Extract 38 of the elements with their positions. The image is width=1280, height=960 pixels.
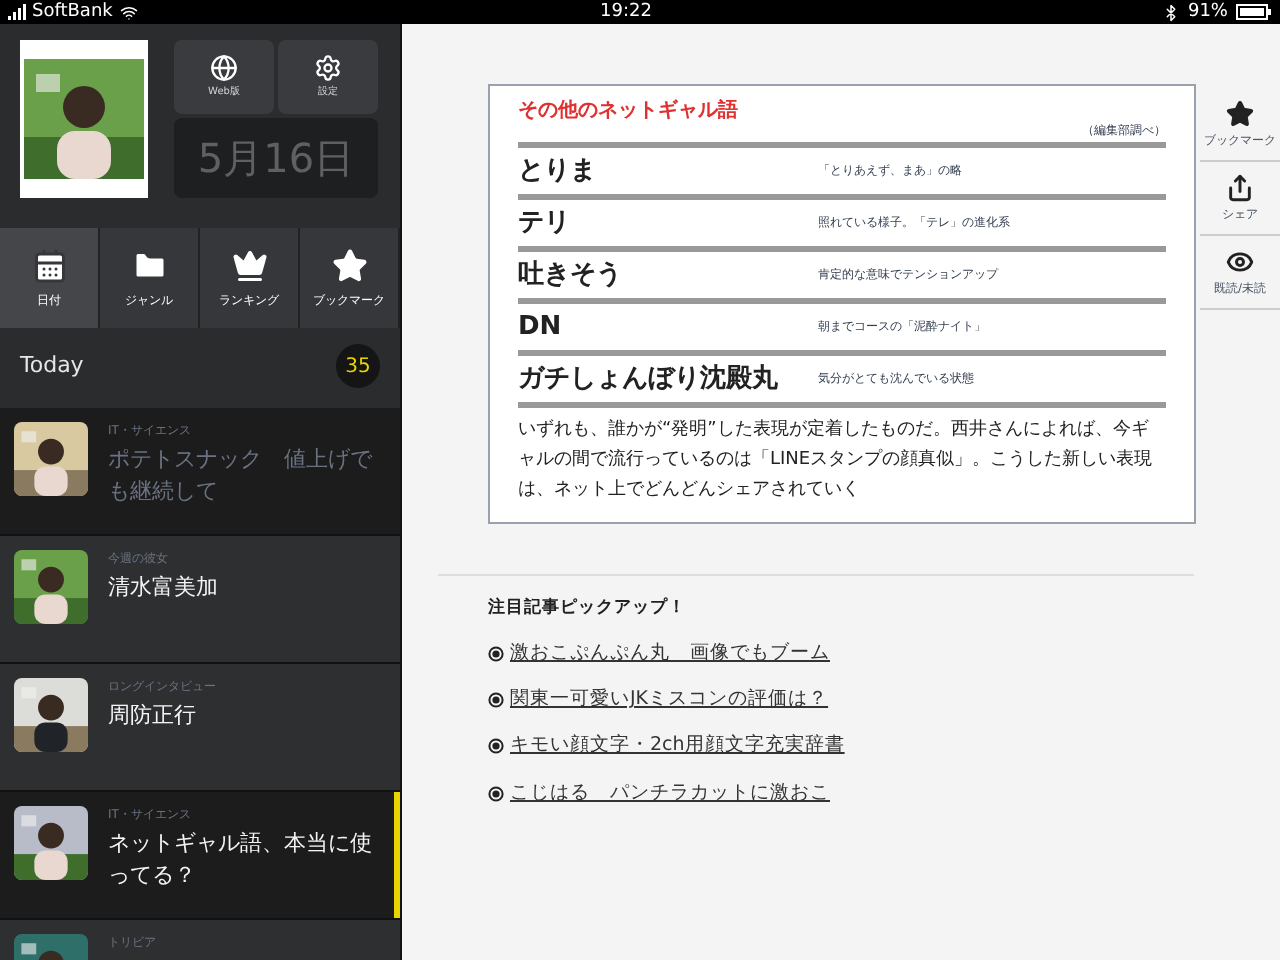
term: とりま <box>518 153 598 190</box>
article-title: 清水富美加 <box>108 572 218 604</box>
article-title: 周防正行 <box>108 700 198 732</box>
globe-icon <box>210 53 238 82</box>
bullet-icon <box>488 785 504 802</box>
pickup-link[interactable]: 関東一可愛いJKミスコンの評価は？ <box>510 686 829 715</box>
term: ガチしょんぼり沈殿丸 <box>518 361 780 398</box>
wifi-icon <box>120 3 139 21</box>
figure-caption: いずれも、誰かが“発明”した表現が定着したものだ。西井さんによれば、今ギャルの間で流行っているのは「LINEスタンプの顔真似」。こうした新しい表現は、ネット上でどんどんシェアされていく <box>518 417 1155 504</box>
term: テリ <box>518 205 572 242</box>
signal-icon <box>8 4 28 20</box>
section-title: Today <box>20 349 84 382</box>
bullet-icon <box>488 692 504 709</box>
term: DN <box>518 309 564 346</box>
pickup-link[interactable]: こじはる パンチラカットに激おこ <box>510 779 830 808</box>
selection-bar <box>394 792 400 918</box>
table-title: その他のネットギャル語 <box>518 97 740 126</box>
calendar-icon <box>31 247 67 283</box>
bullet-icon <box>488 738 504 755</box>
pickup-heading: 注目記事ピックアップ！ <box>488 596 688 622</box>
date-display: 5月16日 <box>174 118 378 198</box>
battery-percent: 91% <box>1187 0 1228 24</box>
article-title: ポテトスナック 値上げでも継続して <box>108 444 375 508</box>
carrier-name: SoftBank <box>32 0 113 24</box>
pickup-link[interactable]: キモい顔文字・2ch用顔文字充実辞書 <box>510 732 845 761</box>
battery-icon <box>1236 4 1272 20</box>
article-title: ネットギャル語、本当に使ってる？ <box>108 828 374 892</box>
share-icon <box>1226 173 1254 201</box>
bullet-icon <box>488 645 504 662</box>
pickup-link[interactable]: 激おこぷんぷん丸 画像でもブーム <box>510 639 830 668</box>
star-icon <box>1226 99 1254 127</box>
clock: 19:22 <box>600 0 652 24</box>
term: 吐きそう <box>518 257 624 294</box>
count-badge: 35 <box>336 344 380 388</box>
star-icon <box>331 247 367 283</box>
crown-icon <box>231 247 267 283</box>
settings-icon <box>314 53 342 82</box>
eye-icon <box>1226 247 1254 275</box>
